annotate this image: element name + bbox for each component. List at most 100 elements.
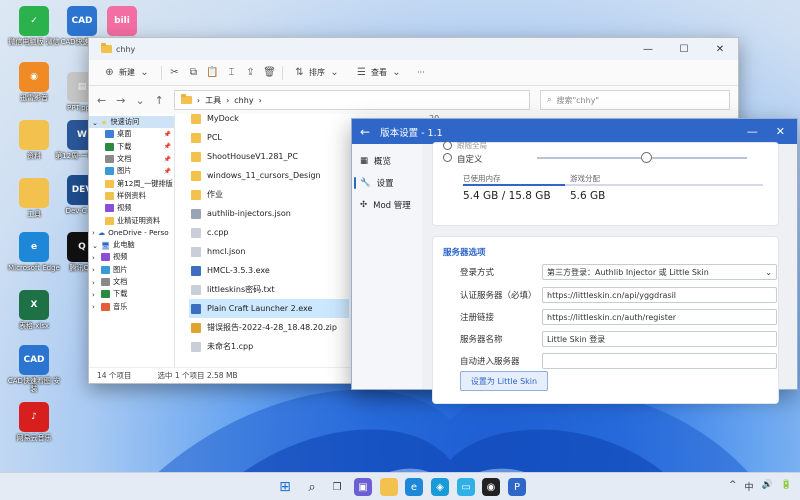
nav-item-3[interactable]: 图片 📌 bbox=[89, 165, 174, 177]
forward-arrow-icon[interactable]: → bbox=[116, 94, 125, 107]
view-button[interactable]: ☰ 查看 ⌄ bbox=[351, 64, 407, 81]
launcher-app-icon[interactable]: P bbox=[508, 478, 526, 496]
nav-pc-item-0[interactable]: › 视频 bbox=[89, 251, 174, 263]
back-arrow-icon[interactable]: ← bbox=[360, 125, 370, 139]
chevron-down-icon: ⌄ bbox=[92, 117, 99, 127]
breadcrumb-item[interactable]: chhy bbox=[234, 96, 253, 105]
explorer-titlebar[interactable]: chhy — ☐ ✕ bbox=[89, 38, 738, 60]
desktop-icon-excel-file[interactable]: X 表格.xlsx bbox=[5, 290, 63, 330]
sidebar-item-settings[interactable]: 🔧 设置 bbox=[352, 172, 422, 194]
battery-icon[interactable]: 🔋 bbox=[781, 480, 792, 493]
nav-item-0[interactable]: 桌面 📌 bbox=[89, 128, 174, 140]
nav-item-5[interactable]: 样例资料 bbox=[89, 190, 174, 202]
taskbar: ⊞ ⌕ ❐ ▣ e ◈ ▭ ◉ P ^ 中 🔊 🔋 bbox=[0, 472, 800, 500]
nav-item-1[interactable]: 下载 📌 bbox=[89, 141, 174, 153]
desktop-icon-cad-installer[interactable]: CAD CAD快速看图 安装 bbox=[5, 345, 63, 393]
paste-icon[interactable]: 📋 bbox=[206, 66, 219, 79]
auto-join-input[interactable] bbox=[542, 353, 777, 369]
cut-icon[interactable]: ✂ bbox=[168, 66, 181, 79]
explorer-tab[interactable]: chhy bbox=[93, 40, 143, 58]
nav-pc-item-1[interactable]: › 图片 bbox=[89, 264, 174, 276]
desktop-icon-netease-music[interactable]: ♪ 网易云音乐 bbox=[5, 402, 63, 442]
register-link-value: https://littleskin.cn/auth/register bbox=[547, 312, 677, 322]
new-button[interactable]: ⊕ 新建 ⌄ bbox=[99, 64, 155, 81]
widgets-icon[interactable]: ▣ bbox=[354, 478, 372, 496]
bilibili-icon[interactable]: ▭ bbox=[457, 478, 475, 496]
breadcrumb-item[interactable]: 工具 bbox=[205, 95, 221, 106]
search-icon[interactable]: ⌕ bbox=[303, 478, 321, 496]
tray-overflow-icon[interactable]: ^ bbox=[729, 480, 737, 493]
file-row[interactable]: HMCL-3.5.3.exe bbox=[189, 261, 349, 280]
close-button[interactable]: ✕ bbox=[702, 44, 738, 55]
version-settings-window[interactable]: ← 版本设置 - 1.1 — ✕ ▦ 概览 🔧 设置 ✣ Mod 管理 跟随全局… bbox=[351, 118, 798, 404]
nav-folder-icon bbox=[105, 179, 114, 188]
maximize-button[interactable]: ☐ bbox=[666, 44, 702, 55]
file-row[interactable]: 错误报告-2022-4-28_18.48.20.zip bbox=[189, 318, 349, 337]
nav-onedrive[interactable]: › ☁ OneDrive - Perso bbox=[89, 227, 174, 239]
sort-button[interactable]: ⇅ 排序 ⌄ bbox=[289, 64, 345, 81]
register-link-input[interactable]: https://littleskin.cn/auth/register bbox=[542, 309, 777, 325]
file-row[interactable]: c.cpp bbox=[189, 223, 349, 242]
file-row[interactable]: windows_11_cursors_Design bbox=[189, 166, 349, 185]
nav-pc-item-2[interactable]: › 文档 bbox=[89, 276, 174, 288]
file-row[interactable]: hmcl.json bbox=[189, 242, 349, 261]
breadcrumb-separator: › bbox=[226, 95, 230, 105]
rename-icon[interactable]: ⌶ bbox=[225, 66, 238, 79]
excel-file-icon: X bbox=[19, 290, 49, 320]
start-windows-icon[interactable]: ⊞ bbox=[276, 478, 294, 496]
store-icon[interactable]: ◈ bbox=[431, 478, 449, 496]
close-button[interactable]: ✕ bbox=[776, 125, 785, 138]
sidebar-item-overview[interactable]: ▦ 概览 bbox=[352, 150, 422, 172]
nav-item-7[interactable]: 业精证明资料 bbox=[89, 214, 174, 226]
nav-folder-icon bbox=[105, 167, 114, 176]
task-view-icon[interactable]: ❐ bbox=[328, 478, 346, 496]
nav-item-2[interactable]: 文档 📌 bbox=[89, 153, 174, 165]
copy-icon[interactable]: ⧉ bbox=[187, 66, 200, 79]
login-method-select[interactable]: 第三方登录：Authlib Injector 或 Little Skin ⌄ bbox=[542, 264, 777, 280]
delete-icon[interactable]: 🗑 bbox=[263, 66, 276, 79]
nav-item-6[interactable]: 视频 bbox=[89, 202, 174, 214]
file-row[interactable]: PCL bbox=[189, 128, 349, 147]
settings-titlebar[interactable]: ← 版本设置 - 1.1 — ✕ bbox=[352, 119, 797, 144]
folder-icon bbox=[180, 94, 192, 104]
radio-follow-global[interactable] bbox=[443, 141, 452, 150]
server-name-input[interactable]: Little Skin 登录 bbox=[542, 331, 777, 347]
star-icon: ★ bbox=[101, 117, 108, 127]
up-arrow-icon[interactable]: ↑ bbox=[155, 94, 164, 107]
minimize-button[interactable]: — bbox=[747, 125, 758, 138]
memory-slider-knob[interactable] bbox=[641, 152, 653, 163]
auth-server-input[interactable]: https://littleskin.cn/api/yggdrasil bbox=[542, 287, 777, 303]
cloud-icon: ☁ bbox=[97, 228, 106, 238]
set-little-skin-button[interactable]: 设置为 Little Skin bbox=[460, 371, 548, 391]
volume-icon[interactable]: 🔊 bbox=[762, 480, 773, 493]
back-arrow-icon[interactable]: ← bbox=[97, 94, 106, 107]
nav-item-4[interactable]: 第12周_一键排版 bbox=[89, 177, 174, 189]
file-row[interactable]: MyDock bbox=[189, 109, 349, 128]
chevron-down-icon[interactable]: ⌄ bbox=[135, 94, 144, 107]
edge-icon[interactable]: e bbox=[405, 478, 423, 496]
file-row[interactable]: 未命名1.cpp bbox=[189, 337, 349, 356]
search-input[interactable]: ⌕ 搜索"chhy" bbox=[540, 90, 730, 110]
minimize-button[interactable]: — bbox=[630, 44, 666, 55]
file-row[interactable]: ShootHouseV1.281_PC bbox=[189, 147, 349, 166]
more-button[interactable]: ··· bbox=[413, 66, 429, 79]
radio-custom[interactable] bbox=[443, 153, 452, 162]
share-icon[interactable]: ⇪ bbox=[244, 66, 257, 79]
file-row[interactable]: 作业 bbox=[189, 185, 349, 204]
music-app-icon[interactable]: ◉ bbox=[482, 478, 500, 496]
file-row[interactable]: authlib-injectors.json bbox=[189, 204, 349, 223]
address-bar[interactable]: › 工具 › chhy › bbox=[173, 90, 530, 110]
nav-quick-access[interactable]: ⌄ ★ 快速访问 bbox=[89, 116, 174, 129]
file-name: 未命名1.cpp bbox=[207, 342, 254, 351]
file-explorer-icon[interactable] bbox=[380, 478, 398, 496]
input-method-icon[interactable]: 中 bbox=[745, 480, 754, 493]
nav-pc-item-3[interactable]: › 下载 bbox=[89, 288, 174, 300]
nav-label: 视频 bbox=[113, 252, 128, 262]
sidebar-item-mod-manager[interactable]: ✣ Mod 管理 bbox=[352, 194, 422, 216]
file-row[interactable]: Plain Craft Launcher 2.exe bbox=[189, 299, 349, 318]
chevron-down-icon: ⌄ bbox=[330, 67, 339, 78]
file-row[interactable]: littleskins密码.txt bbox=[189, 280, 349, 299]
sidebar-item-label: 设置 bbox=[376, 179, 394, 189]
nav-pc-item-4[interactable]: › 音乐 bbox=[89, 300, 174, 312]
nav-this-pc[interactable]: ⌄ 🖥 此电脑 bbox=[89, 239, 174, 251]
